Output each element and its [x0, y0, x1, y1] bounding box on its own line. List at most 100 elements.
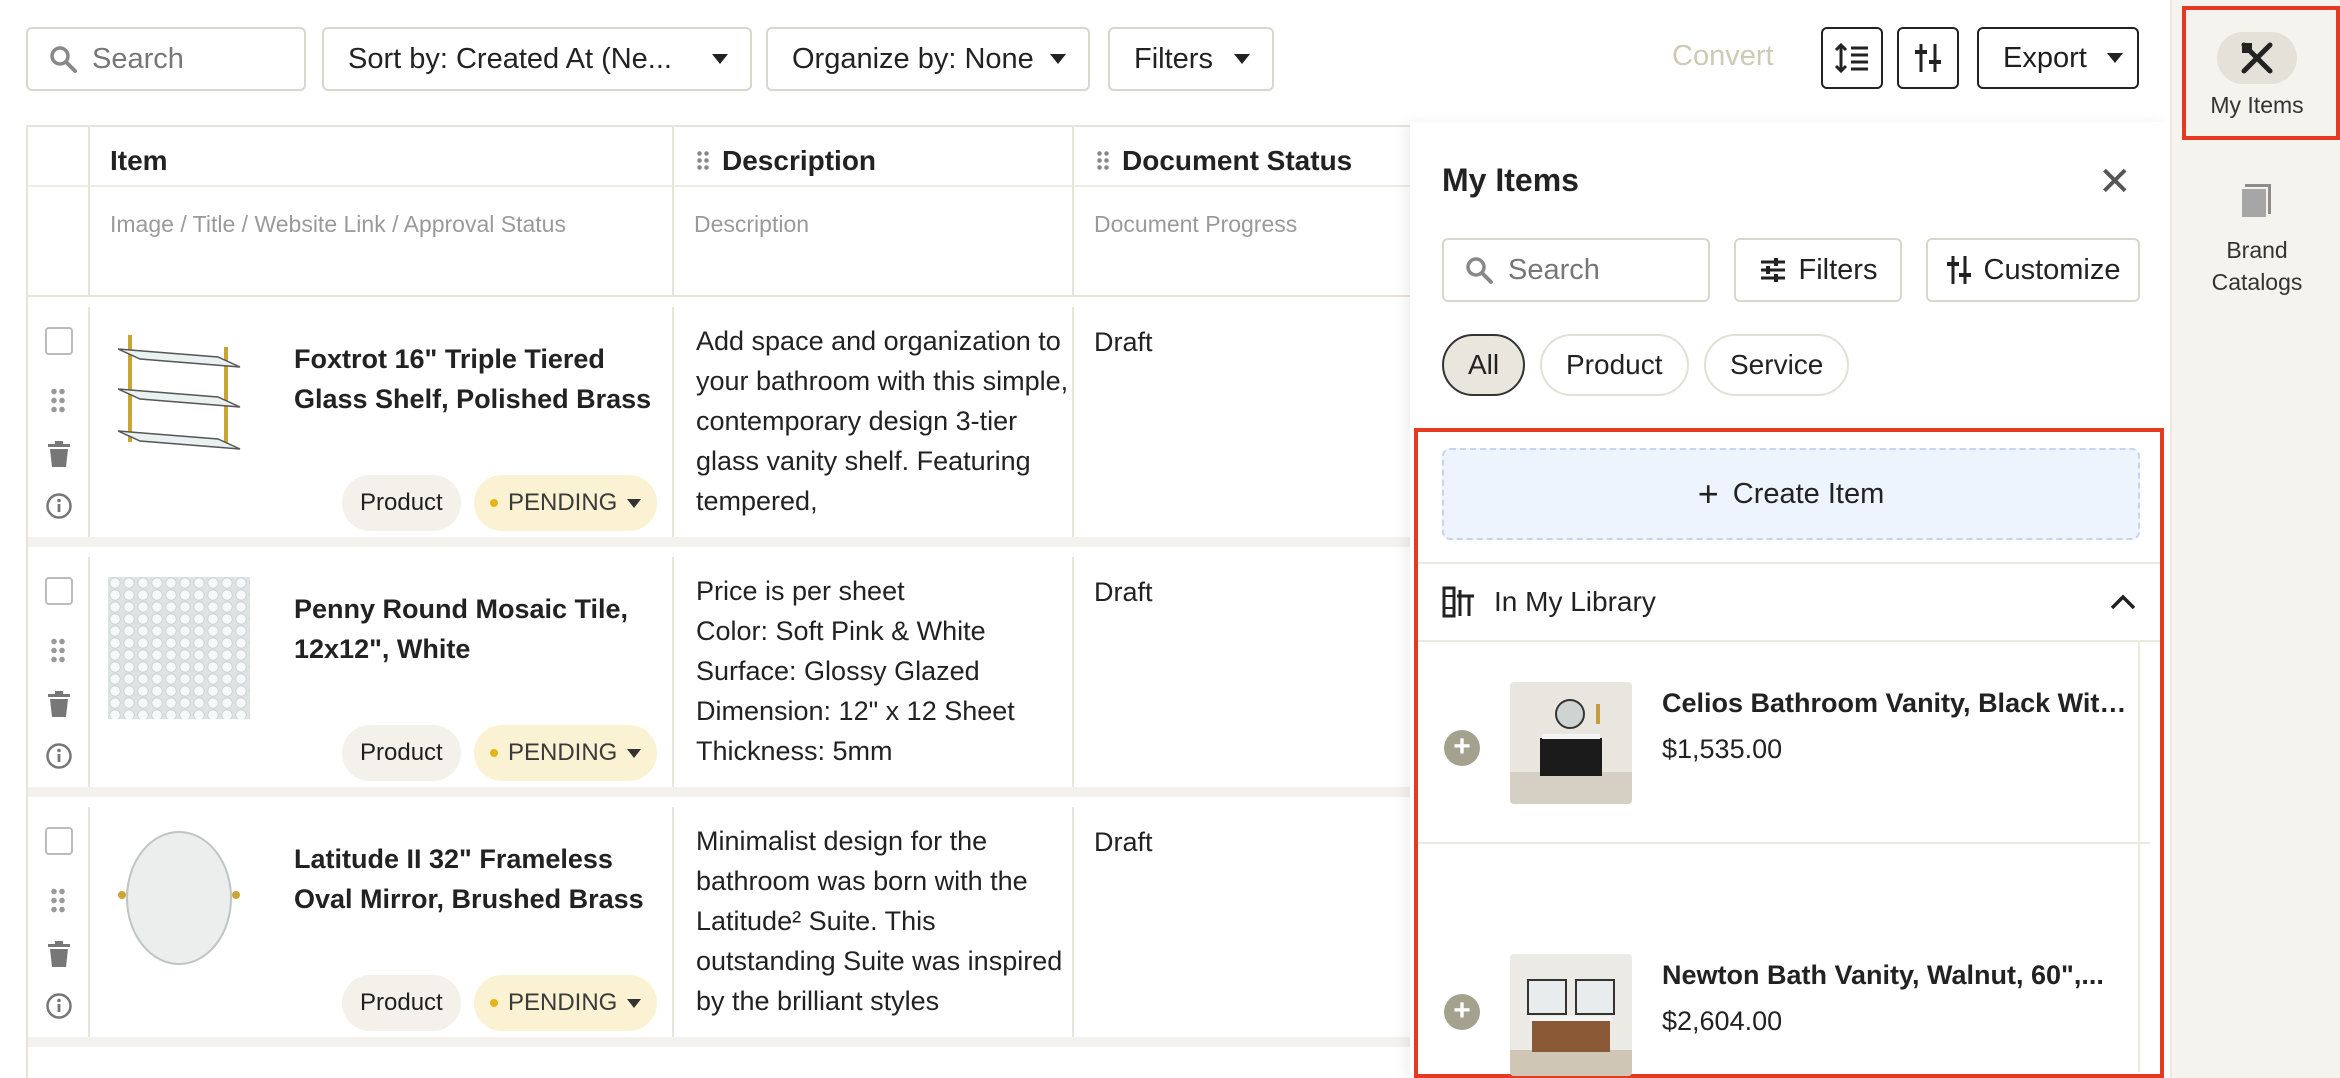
search-placeholder: Search — [92, 42, 184, 75]
item-title[interactable]: Foxtrot 16" Triple Tiered Glass Shelf, P… — [294, 339, 654, 419]
export-button[interactable]: Export — [1977, 27, 2139, 89]
item-description: Price is per sheet Color: Soft Pink & Wh… — [696, 576, 1015, 766]
search-icon — [1466, 257, 1493, 284]
table-row[interactable]: Penny Round Mosaic Tile, 12x12", White P… — [28, 557, 1416, 797]
chip-product[interactable]: Product — [1540, 334, 1689, 396]
catalog-icon — [2240, 184, 2271, 219]
sort-dropdown[interactable]: Sort by: Created At (Ne... — [322, 27, 752, 91]
panel-title: My Items — [1442, 162, 1579, 198]
chevron-down-icon — [627, 748, 642, 758]
chevron-down-icon — [712, 54, 728, 64]
chevron-down-icon — [627, 498, 642, 508]
approval-status-dropdown[interactable]: PENDING — [474, 475, 658, 531]
right-rail: My Items Brand Catalogs — [2170, 0, 2340, 1078]
table-row[interactable]: Latitude II 32" Frameless Oval Mirror, B… — [28, 807, 1416, 1047]
column-header-item[interactable]: Item — [110, 145, 168, 177]
add-icon[interactable]: + — [1444, 994, 1480, 1030]
library-section-header[interactable]: In My Library — [1418, 562, 2160, 642]
document-status: Draft — [1094, 827, 1153, 857]
drag-handle-icon[interactable] — [50, 637, 66, 663]
filter-sliders-icon — [1760, 258, 1785, 282]
chevron-down-icon — [1050, 54, 1066, 64]
drag-handle-icon[interactable] — [1096, 150, 1110, 172]
table-row[interactable]: Foxtrot 16" Triple Tiered Glass Shelf, P… — [28, 307, 1416, 547]
panel-filters-button[interactable]: Filters — [1734, 238, 1902, 302]
rail-brand-catalogs-label: Brand Catalogs — [2211, 237, 2303, 295]
type-badge: Product — [342, 975, 461, 1031]
product-image — [108, 327, 250, 469]
filters-dropdown[interactable]: Filters — [1108, 27, 1274, 91]
toolbar: Search Sort by: Created At (Ne... Organi… — [0, 0, 2170, 122]
info-icon[interactable] — [45, 992, 73, 1020]
type-badge: Product — [342, 725, 461, 781]
item-description: Minimalist design for the bathroom was b… — [696, 826, 1063, 1016]
table-header: Item Image / Title / Website Link / Appr… — [28, 125, 1416, 297]
panel-search-input[interactable]: Search — [1442, 238, 1710, 302]
sort-label: Sort by: Created At (Ne... — [348, 42, 672, 75]
create-item-button[interactable]: + Create Item — [1442, 448, 2140, 540]
product-image — [1510, 954, 1632, 1076]
item-title[interactable]: Penny Round Mosaic Tile, 12x12", White — [294, 589, 654, 669]
column-subheader-description: Description — [694, 211, 810, 237]
add-icon[interactable]: + — [1444, 730, 1480, 766]
chip-service[interactable]: Service — [1704, 334, 1850, 396]
library-label: In My Library — [1494, 586, 1656, 617]
highlight-box — [2182, 6, 2340, 140]
approval-status-dropdown[interactable]: PENDING — [474, 975, 658, 1031]
trash-icon[interactable] — [48, 691, 70, 717]
drag-handle-icon[interactable] — [50, 387, 66, 413]
product-image — [1510, 682, 1632, 804]
sliders-icon — [1915, 44, 1941, 72]
convert-button[interactable]: Convert — [1672, 40, 1774, 73]
info-icon[interactable] — [45, 492, 73, 520]
library-item-price: $1,535.00 — [1662, 734, 1783, 764]
drag-handle-icon[interactable] — [50, 887, 66, 913]
library-item-name: Celios Bathroom Vanity, Black With... — [1662, 688, 2136, 718]
document-status: Draft — [1094, 577, 1153, 607]
info-icon[interactable] — [45, 742, 73, 770]
row-checkbox[interactable] — [45, 827, 73, 855]
approval-status-dropdown[interactable]: PENDING — [474, 725, 658, 781]
status-dot-icon — [490, 999, 498, 1007]
column-subheader-document-status: Document Progress — [1094, 211, 1298, 237]
panel-customize-button[interactable]: Customize — [1926, 238, 2140, 302]
library-icon — [1442, 586, 1474, 618]
document-status: Draft — [1094, 327, 1153, 357]
library-item[interactable]: + Celios Bathroom Vanity, Black With... … — [1418, 644, 2150, 844]
row-height-button[interactable] — [1821, 27, 1883, 89]
chevron-up-icon[interactable] — [2110, 594, 2136, 610]
organize-dropdown[interactable]: Organize by: None — [766, 27, 1090, 91]
panel-search-placeholder: Search — [1508, 253, 1600, 286]
my-items-panel: My Items ✕ Search Filters Customize All … — [1410, 122, 2170, 1078]
item-title[interactable]: Latitude II 32" Frameless Oval Mirror, B… — [294, 839, 654, 919]
chevron-down-icon — [2106, 53, 2123, 63]
organize-label: Organize by: None — [792, 42, 1034, 75]
chip-all[interactable]: All — [1442, 334, 1526, 396]
drag-handle-icon[interactable] — [696, 150, 710, 172]
row-checkbox[interactable] — [45, 577, 73, 605]
product-image — [108, 577, 250, 719]
column-subheader-item: Image / Title / Website Link / Approval … — [110, 211, 566, 237]
rail-my-items[interactable]: My Items — [2172, 6, 2340, 140]
type-badge: Product — [342, 475, 461, 531]
panel-scrollbar[interactable] — [2138, 642, 2152, 1072]
adjust-columns-button[interactable] — [1897, 27, 1959, 89]
row-checkbox[interactable] — [45, 327, 73, 355]
close-icon[interactable]: ✕ — [2098, 162, 2132, 202]
library-item[interactable]: + Newton Bath Vanity, Walnut, 60",... $2… — [1418, 844, 2150, 1076]
column-header-description[interactable]: Description — [696, 145, 876, 177]
item-description: Add space and organization to your bathr… — [696, 326, 1069, 516]
export-label: Export — [2003, 41, 2087, 74]
search-input[interactable]: Search — [26, 27, 306, 91]
status-dot-icon — [490, 749, 498, 757]
plus-icon: + — [1697, 473, 1719, 514]
rail-brand-catalogs[interactable]: Brand Catalogs — [2172, 180, 2340, 298]
sliders-icon — [1946, 256, 1971, 284]
column-header-document-status[interactable]: Document Status — [1096, 145, 1352, 177]
filters-label: Filters — [1134, 42, 1213, 75]
chevron-down-icon — [1234, 54, 1250, 64]
trash-icon[interactable] — [48, 941, 70, 967]
chevron-down-icon — [627, 998, 642, 1008]
trash-icon[interactable] — [48, 441, 70, 467]
library-item-name: Newton Bath Vanity, Walnut, 60",... — [1662, 960, 2104, 990]
